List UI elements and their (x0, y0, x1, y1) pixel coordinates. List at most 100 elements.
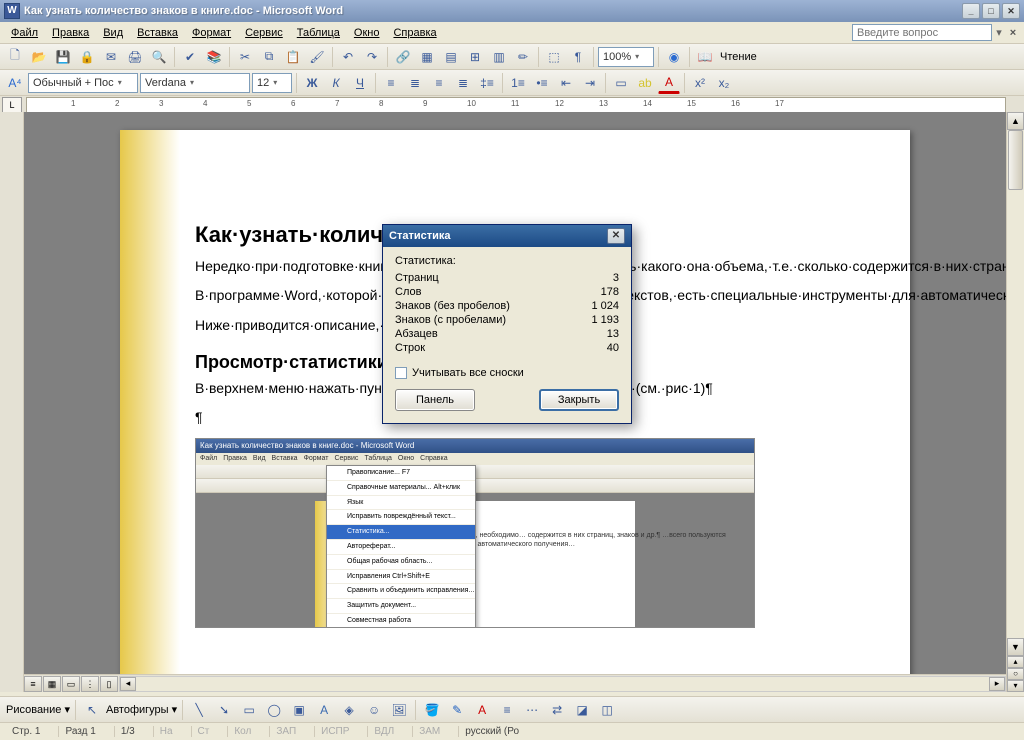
status-language[interactable]: русский (Ро (458, 726, 525, 737)
align-center-icon[interactable]: ≣ (404, 72, 426, 94)
vertical-scrollbar[interactable]: ▲ ▼ ▴ ○ ▾ (1006, 112, 1024, 692)
3d-style-icon[interactable]: ◫ (596, 699, 618, 721)
autoshapes-menu[interactable]: Автофигуры ▾ (106, 703, 177, 716)
clipart-icon[interactable]: ☺ (363, 699, 385, 721)
subscript-icon[interactable]: x₂ (713, 72, 735, 94)
undo-icon[interactable]: ↶ (337, 46, 359, 68)
horizontal-scrollbar[interactable]: ◂ ▸ (119, 676, 1006, 692)
arrow-style-icon[interactable]: ⇄ (546, 699, 568, 721)
fill-color-icon[interactable]: 🪣 (421, 699, 443, 721)
dialog-titlebar[interactable]: Статистика ✕ (383, 225, 631, 247)
menu-help[interactable]: Справка (386, 25, 443, 41)
paste-icon[interactable]: 📋 (282, 46, 304, 68)
save-icon[interactable]: 💾 (52, 46, 74, 68)
reading-layout-icon[interactable]: 📖 (694, 46, 716, 68)
copy-icon[interactable]: ⧉ (258, 46, 280, 68)
show-toolbar-button[interactable]: Панель (395, 389, 475, 411)
status-ovr[interactable]: ЗАМ (412, 726, 446, 737)
tab-selector[interactable]: L (2, 97, 22, 113)
web-view-icon[interactable]: ▦ (43, 676, 61, 692)
rectangle-tool-icon[interactable]: ▭ (238, 699, 260, 721)
font-combo[interactable]: Verdana▾ (140, 73, 250, 93)
include-footnotes-checkbox[interactable] (395, 367, 407, 379)
align-right-icon[interactable]: ≡ (428, 72, 450, 94)
textbox-tool-icon[interactable]: ▣ (288, 699, 310, 721)
status-rec[interactable]: ЗАП (269, 726, 302, 737)
tables-borders-icon[interactable]: ▦ (416, 46, 438, 68)
shadow-style-icon[interactable]: ◪ (571, 699, 593, 721)
cut-icon[interactable]: ✂ (234, 46, 256, 68)
font-color-draw-icon[interactable]: A (471, 699, 493, 721)
line-color-icon[interactable]: ✎ (446, 699, 468, 721)
line-tool-icon[interactable]: ╲ (188, 699, 210, 721)
menu-table[interactable]: Таблица (290, 25, 347, 41)
menu-insert[interactable]: Вставка (130, 25, 185, 41)
align-left-icon[interactable]: ≡ (380, 72, 402, 94)
ask-dropdown-icon[interactable]: ▾ (992, 26, 1006, 39)
embedded-screenshot[interactable]: Как узнать количество знаков в книге.doc… (195, 438, 755, 628)
superscript-icon[interactable]: x² (689, 72, 711, 94)
print-layout-view-icon[interactable]: ▭ (62, 676, 80, 692)
underline-button[interactable]: Ч (349, 72, 371, 94)
status-ext[interactable]: ВДЛ (367, 726, 400, 737)
email-icon[interactable]: ✉ (100, 46, 122, 68)
close-dialog-button[interactable]: Закрыть (539, 389, 619, 411)
hscroll-right-icon[interactable]: ▸ (989, 677, 1005, 691)
doc-map-icon[interactable]: ⬚ (543, 46, 565, 68)
decrease-indent-icon[interactable]: ⇤ (555, 72, 577, 94)
arrow-tool-icon[interactable]: ➘ (213, 699, 235, 721)
font-color-icon[interactable]: A (658, 72, 680, 94)
styles-pane-icon[interactable]: A⁴ (4, 72, 26, 94)
show-marks-icon[interactable]: ¶ (567, 46, 589, 68)
redo-icon[interactable]: ↷ (361, 46, 383, 68)
font-size-combo[interactable]: 12▾ (252, 73, 292, 93)
horizontal-ruler[interactable]: 1234567891011121314151617 (26, 97, 1006, 113)
help-icon[interactable]: ◉ (663, 46, 685, 68)
increase-indent-icon[interactable]: ⇥ (579, 72, 601, 94)
close-doc-button[interactable]: × (1006, 27, 1020, 39)
bulleted-list-icon[interactable]: •≡ (531, 72, 553, 94)
status-trk[interactable]: ИСПР (314, 726, 355, 737)
hscroll-left-icon[interactable]: ◂ (120, 677, 136, 691)
scroll-up-icon[interactable]: ▲ (1007, 112, 1024, 130)
zoom-combo[interactable]: 100%▾ (598, 47, 654, 67)
menu-edit[interactable]: Правка (45, 25, 96, 41)
style-combo[interactable]: Обычный + Пос▾ (28, 73, 138, 93)
numbered-list-icon[interactable]: 1≡ (507, 72, 529, 94)
scroll-down-icon[interactable]: ▼ (1007, 638, 1024, 656)
print-icon[interactable]: 🖨 (124, 46, 146, 68)
scroll-thumb[interactable] (1008, 130, 1023, 190)
line-spacing-icon[interactable]: ‡≡ (476, 72, 498, 94)
menu-window[interactable]: Окно (347, 25, 387, 41)
menu-file[interactable]: Файл (4, 25, 45, 41)
align-justify-icon[interactable]: ≣ (452, 72, 474, 94)
columns-icon[interactable]: ▥ (488, 46, 510, 68)
highlight-icon[interactable]: ab (634, 72, 656, 94)
wordart-icon[interactable]: A (313, 699, 335, 721)
close-button[interactable]: ✕ (1002, 3, 1020, 19)
new-doc-icon[interactable]: 🗋 (4, 46, 26, 68)
vertical-ruler[interactable] (0, 112, 24, 692)
diagram-icon[interactable]: ◈ (338, 699, 360, 721)
open-icon[interactable]: 📂 (28, 46, 50, 68)
drawing-icon[interactable]: ✏ (512, 46, 534, 68)
menu-view[interactable]: Вид (96, 25, 130, 41)
browse-object-icon[interactable]: ○ (1007, 668, 1024, 680)
research-icon[interactable]: 📚 (203, 46, 225, 68)
borders-icon[interactable]: ▭ (610, 72, 632, 94)
prev-page-icon[interactable]: ▴ (1007, 656, 1024, 668)
permission-icon[interactable]: 🔒 (76, 46, 98, 68)
dash-style-icon[interactable]: ⋯ (521, 699, 543, 721)
insert-picture-icon[interactable]: 🖼 (388, 699, 410, 721)
dialog-close-icon[interactable]: ✕ (607, 228, 625, 244)
italic-button[interactable]: К (325, 72, 347, 94)
minimize-button[interactable]: _ (962, 3, 980, 19)
outline-view-icon[interactable]: ⋮ (81, 676, 99, 692)
select-objects-icon[interactable]: ↖ (81, 699, 103, 721)
line-style-icon[interactable]: ≡ (496, 699, 518, 721)
excel-icon[interactable]: ⊞ (464, 46, 486, 68)
menu-format[interactable]: Формат (185, 25, 238, 41)
hyperlink-icon[interactable]: 🔗 (392, 46, 414, 68)
format-painter-icon[interactable]: 🖌 (306, 46, 328, 68)
oval-tool-icon[interactable]: ◯ (263, 699, 285, 721)
